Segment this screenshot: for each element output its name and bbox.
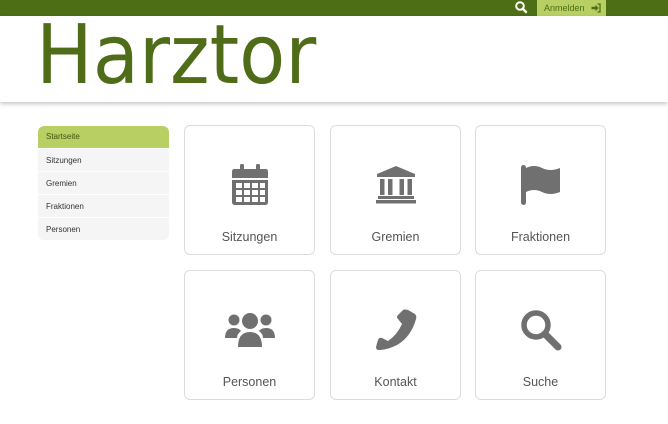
- sidebar-item-startseite[interactable]: Startseite: [38, 126, 169, 148]
- login-button[interactable]: Anmelden: [537, 0, 606, 16]
- calendar-icon: [231, 164, 268, 205]
- tile-label: Fraktionen: [510, 230, 571, 244]
- sidebar-item-personen[interactable]: Personen: [38, 217, 169, 240]
- phone-icon: [375, 309, 416, 350]
- sidebar-item-sitzungen[interactable]: Sitzungen: [38, 148, 169, 171]
- tile-label: Sitzungen: [221, 230, 278, 244]
- sidebar-nav: Startseite Sitzungen Gremien Fraktionen …: [38, 126, 169, 240]
- sidebar-item-fraktionen[interactable]: Fraktionen: [38, 194, 169, 217]
- tile-gremien[interactable]: Gremien: [330, 125, 461, 255]
- search-icon: [520, 310, 561, 351]
- sidebar-item-gremien[interactable]: Gremien: [38, 171, 169, 194]
- login-label: Anmelden: [544, 3, 585, 13]
- tile-personen[interactable]: Personen: [184, 270, 315, 400]
- site-header: Harztor: [0, 11, 668, 102]
- institution-icon: [375, 166, 416, 204]
- site-logo[interactable]: Harztor: [36, 11, 316, 101]
- search-icon[interactable]: [514, 0, 528, 14]
- tile-suche[interactable]: Suche: [475, 270, 606, 400]
- tile-fraktionen[interactable]: Fraktionen: [475, 125, 606, 255]
- sign-in-icon: [591, 3, 601, 13]
- tile-label: Gremien: [371, 230, 420, 244]
- tile-label: Personen: [222, 375, 277, 389]
- flag-icon: [520, 165, 560, 205]
- tile-kontakt[interactable]: Kontakt: [330, 270, 461, 400]
- tile-label: Suche: [522, 375, 559, 389]
- tile-label: Kontakt: [374, 375, 417, 389]
- users-icon: [224, 313, 275, 347]
- tile-sitzungen[interactable]: Sitzungen: [184, 125, 315, 255]
